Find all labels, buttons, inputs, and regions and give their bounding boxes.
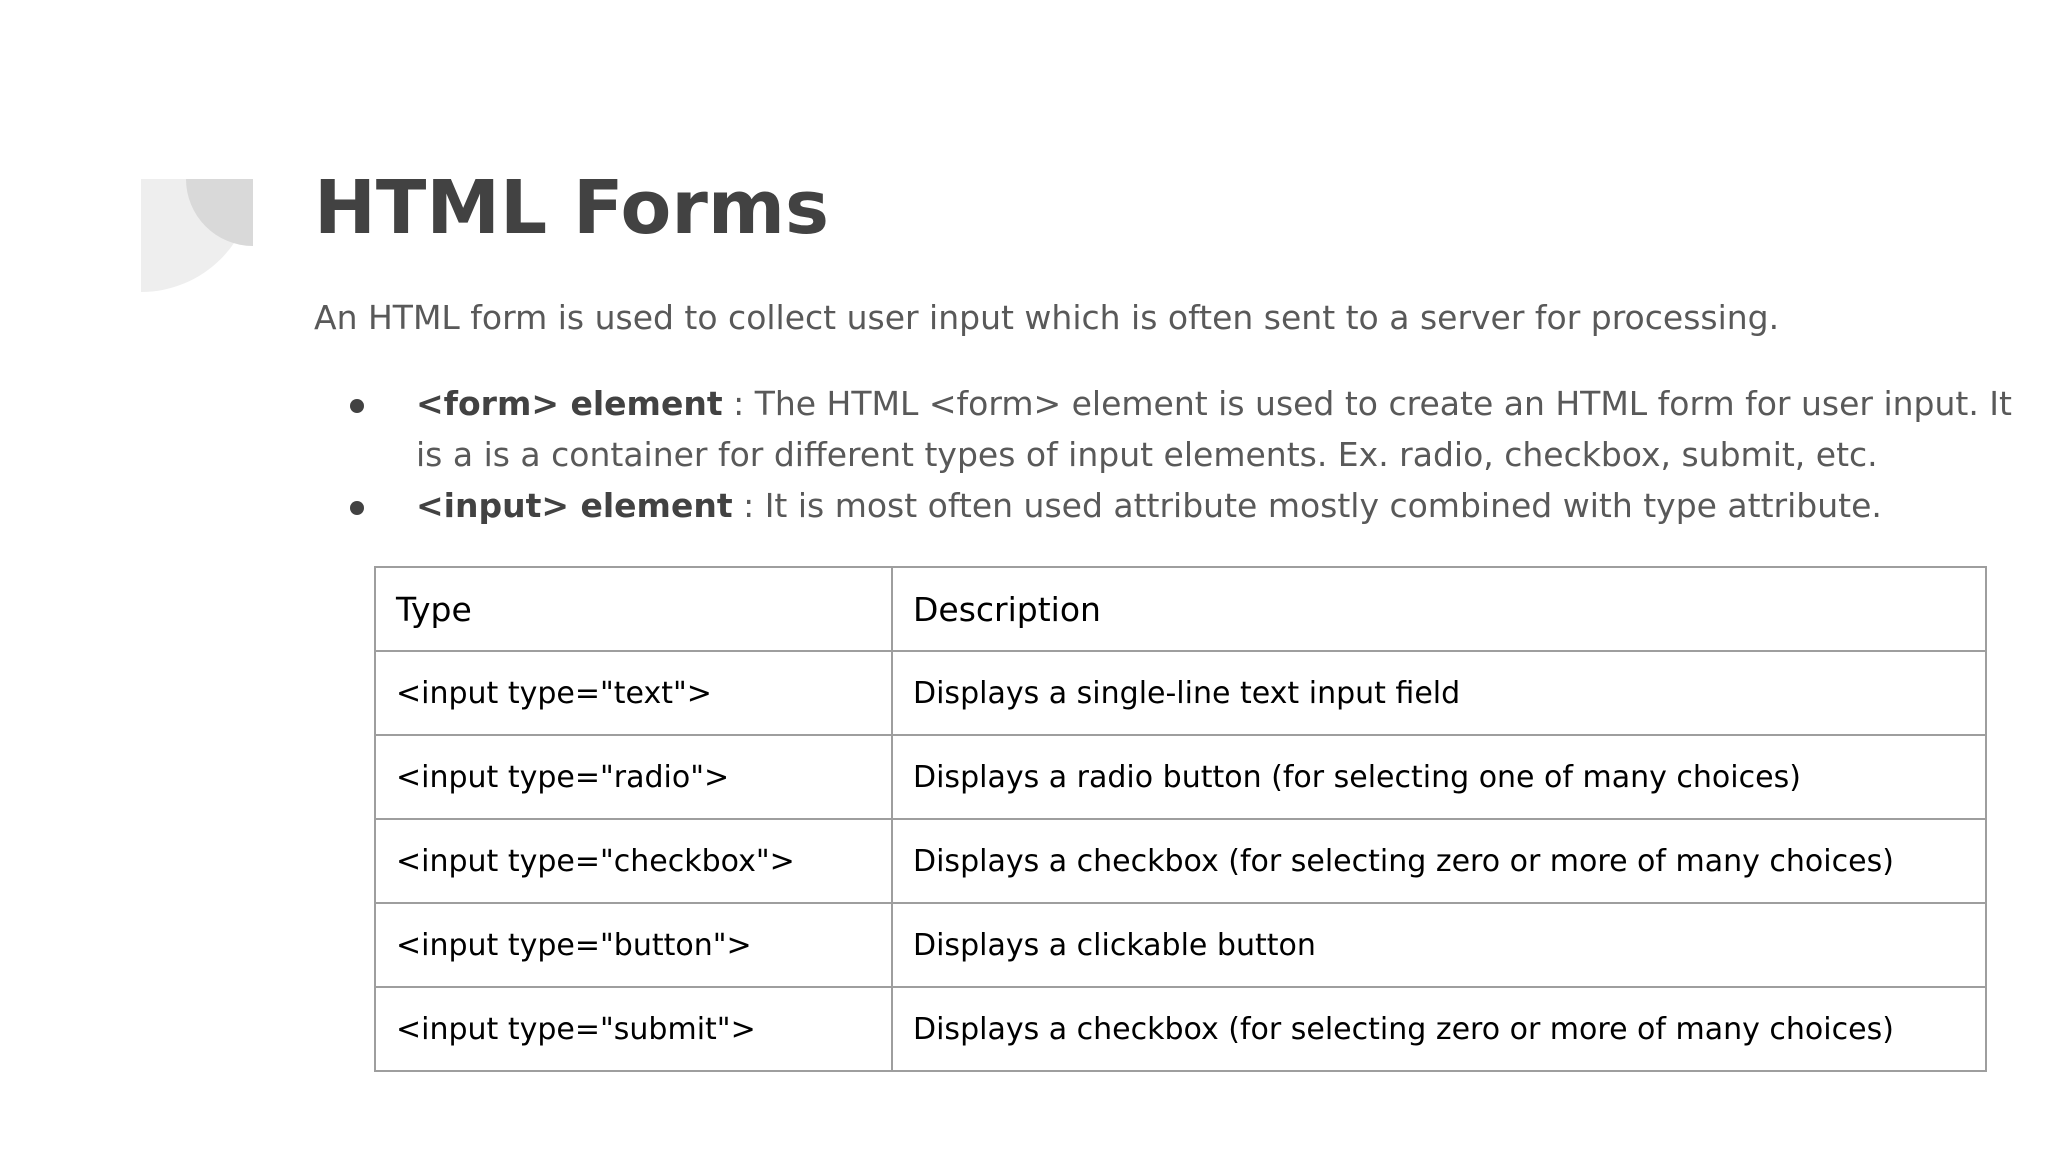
description-cell: Displays a checkbox (for selecting zero … (891, 986, 1987, 1072)
type-cell: <input type="submit"> (374, 986, 893, 1072)
column-header-description: Description (891, 566, 1987, 652)
bullet-dot-icon (350, 399, 364, 413)
type-cell: <input type="text"> (374, 650, 893, 736)
description-cell: Displays a checkbox (for selecting zero … (891, 818, 1987, 904)
type-cell: <input type="checkbox"> (374, 818, 893, 904)
bullet-list: <form> element : The HTML <form> element… (314, 378, 2014, 531)
table-row: <input type="text"> Displays a single-li… (374, 650, 1987, 736)
input-types-table: Type Description <input type="text"> Dis… (374, 566, 1987, 1072)
slide-title: HTML Forms (314, 165, 830, 251)
table-header-row: Type Description (374, 566, 1987, 652)
intro-paragraph: An HTML form is used to collect user inp… (314, 298, 1780, 337)
bullet-term: <input> element (416, 486, 733, 525)
description-cell: Displays a clickable button (891, 902, 1987, 988)
bullet-dot-icon (350, 501, 364, 515)
column-header-type: Type (374, 566, 893, 652)
type-cell: <input type="button"> (374, 902, 893, 988)
table-row: <input type="submit"> Displays a checkbo… (374, 986, 1987, 1072)
decorative-quarter-circle (141, 179, 253, 292)
bullet-term: <form> element (416, 384, 723, 423)
input-types-table-wrapper: Type Description <input type="text"> Dis… (374, 566, 1987, 1072)
slide: HTML Forms An HTML form is used to colle… (0, 0, 2048, 1152)
table-row: <input type="radio"> Displays a radio bu… (374, 734, 1987, 820)
type-cell: <input type="radio"> (374, 734, 893, 820)
description-cell: Displays a single-line text input field (891, 650, 1987, 736)
table-row: <input type="button"> Displays a clickab… (374, 902, 1987, 988)
bullet-item-form: <form> element : The HTML <form> element… (314, 378, 2014, 480)
description-cell: Displays a radio button (for selecting o… (891, 734, 1987, 820)
table-row: <input type="checkbox"> Displays a check… (374, 818, 1987, 904)
bullet-item-input: <input> element : It is most often used … (314, 480, 2014, 531)
bullet-text: : It is most often used attribute mostly… (732, 486, 1882, 525)
